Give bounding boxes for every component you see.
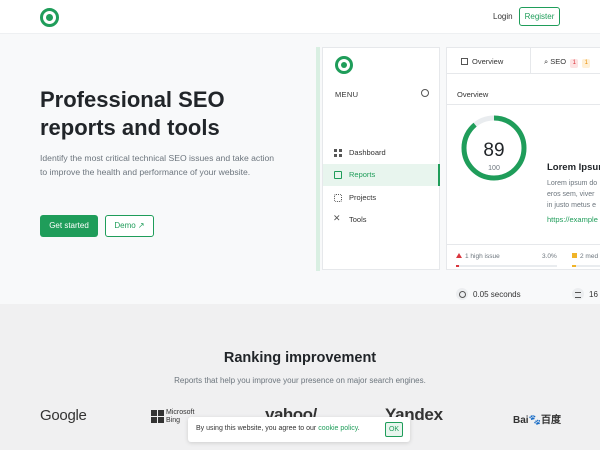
site-header: Login Register: [0, 0, 600, 34]
medium-issue-bar: [572, 265, 600, 267]
medium-issue-label: 2 med: [572, 253, 598, 260]
divider: [447, 244, 600, 245]
app-sidebar: MENU Dashboard Reports Projects Tools: [322, 47, 440, 270]
cookie-suffix: .: [357, 425, 360, 432]
sidebar-item-tools[interactable]: Tools: [323, 209, 440, 231]
search-icon: ⌕: [544, 57, 549, 66]
score-max: 100: [488, 165, 500, 172]
cookie-message: By using this website, you agree to our: [196, 425, 319, 432]
sidebar-item-reports[interactable]: Reports: [323, 164, 440, 186]
projects-icon: [334, 194, 342, 202]
site-title: Lorem Ipsum: [547, 162, 600, 173]
overview-title: Overview: [457, 90, 489, 99]
get-started-button[interactable]: Get started: [40, 215, 98, 237]
register-button[interactable]: Register: [519, 7, 560, 26]
high-issue-bar: [456, 265, 557, 267]
cookie-text: By using this website, you agree to our …: [196, 425, 360, 432]
tools-icon: [333, 213, 342, 224]
divider: [447, 104, 600, 105]
load-time-stat: 0.05 seconds: [456, 288, 521, 300]
sidebar-item-label: Dashboard: [349, 148, 386, 157]
microsoft-icon: [151, 410, 164, 423]
site-description-line: in justo metus e: [547, 202, 597, 209]
high-issue-label: 1 high issue: [456, 253, 500, 260]
app-preview-accent: [316, 47, 320, 271]
ranking-title: Ranking improvement: [223, 350, 377, 366]
high-issue-percent: 3.0%: [542, 253, 557, 260]
menu-label: MENU: [335, 90, 359, 99]
site-description: Lorem ipsum do eros sem, viver in justo …: [547, 178, 600, 211]
sidebar-item-label: Reports: [349, 170, 376, 179]
medium-issue-text: 2 med: [580, 253, 599, 260]
baidu-logo: Bai🐾百度: [513, 415, 562, 426]
timer-icon: [456, 288, 468, 300]
logo-icon[interactable]: [40, 8, 59, 27]
ranking-subtitle: Reports that help you improve your prese…: [174, 376, 426, 385]
hero-title: Professional SEO reports and tools: [40, 87, 225, 140]
google-logo: Google: [40, 407, 87, 424]
sidebar-item-dashboard[interactable]: Dashboard: [323, 142, 440, 164]
high-issue-badge: 1: [570, 59, 579, 68]
app-main-panel: Overview ⌕ SEO 1 1 Overview 89 100 Lorem…: [446, 47, 600, 270]
dashboard-icon: [334, 149, 342, 157]
size-value: 16: [589, 290, 598, 299]
bing-logo-line: Microsoft: [166, 409, 195, 416]
tab-divider: [530, 48, 531, 74]
tab-bar: Overview ⌕ SEO 1 1: [447, 48, 600, 74]
medium-issue-bar-fill: [572, 265, 576, 267]
tab-seo[interactable]: ⌕ SEO 1 1: [544, 57, 591, 68]
site-description-line: Lorem ipsum do: [547, 180, 598, 187]
sidebar-item-label: Tools: [349, 215, 367, 224]
scale-icon: [572, 288, 584, 300]
site-description-line: eros sem, viver: [547, 191, 595, 198]
hero-description: Identify the most critical technical SEO…: [40, 153, 275, 177]
warning-triangle-icon: [456, 253, 462, 258]
site-url-link[interactable]: https://example: [547, 215, 598, 224]
report-icon: [334, 171, 342, 179]
demo-button[interactable]: Demo ↗: [105, 215, 154, 237]
load-time-value: 0.05 seconds: [473, 290, 521, 299]
sidebar-item-projects[interactable]: Projects: [323, 187, 440, 209]
sidebar-item-label: Projects: [349, 193, 377, 202]
medium-issue-badge: 1: [582, 59, 591, 68]
size-stat: 16: [572, 288, 598, 300]
tab-seo-label: SEO: [550, 57, 567, 66]
tab-overview-label: Overview: [472, 57, 504, 66]
tab-overview[interactable]: Overview: [461, 57, 503, 66]
high-issue-text: 1 high issue: [465, 253, 500, 260]
overview-icon: [461, 58, 468, 65]
login-link[interactable]: Login: [493, 12, 513, 21]
app-logo-icon: [335, 56, 353, 74]
bing-logo-line: Bing: [166, 417, 181, 424]
theme-toggle-icon: [421, 89, 429, 97]
score-value: 89: [483, 140, 505, 161]
cookie-banner: By using this website, you agree to our …: [188, 417, 410, 442]
cookie-policy-link[interactable]: cookie policy: [318, 425, 358, 432]
cookie-ok-button[interactable]: OK: [385, 422, 403, 437]
high-issue-bar-fill: [456, 265, 460, 267]
medium-issue-icon: [572, 253, 577, 258]
